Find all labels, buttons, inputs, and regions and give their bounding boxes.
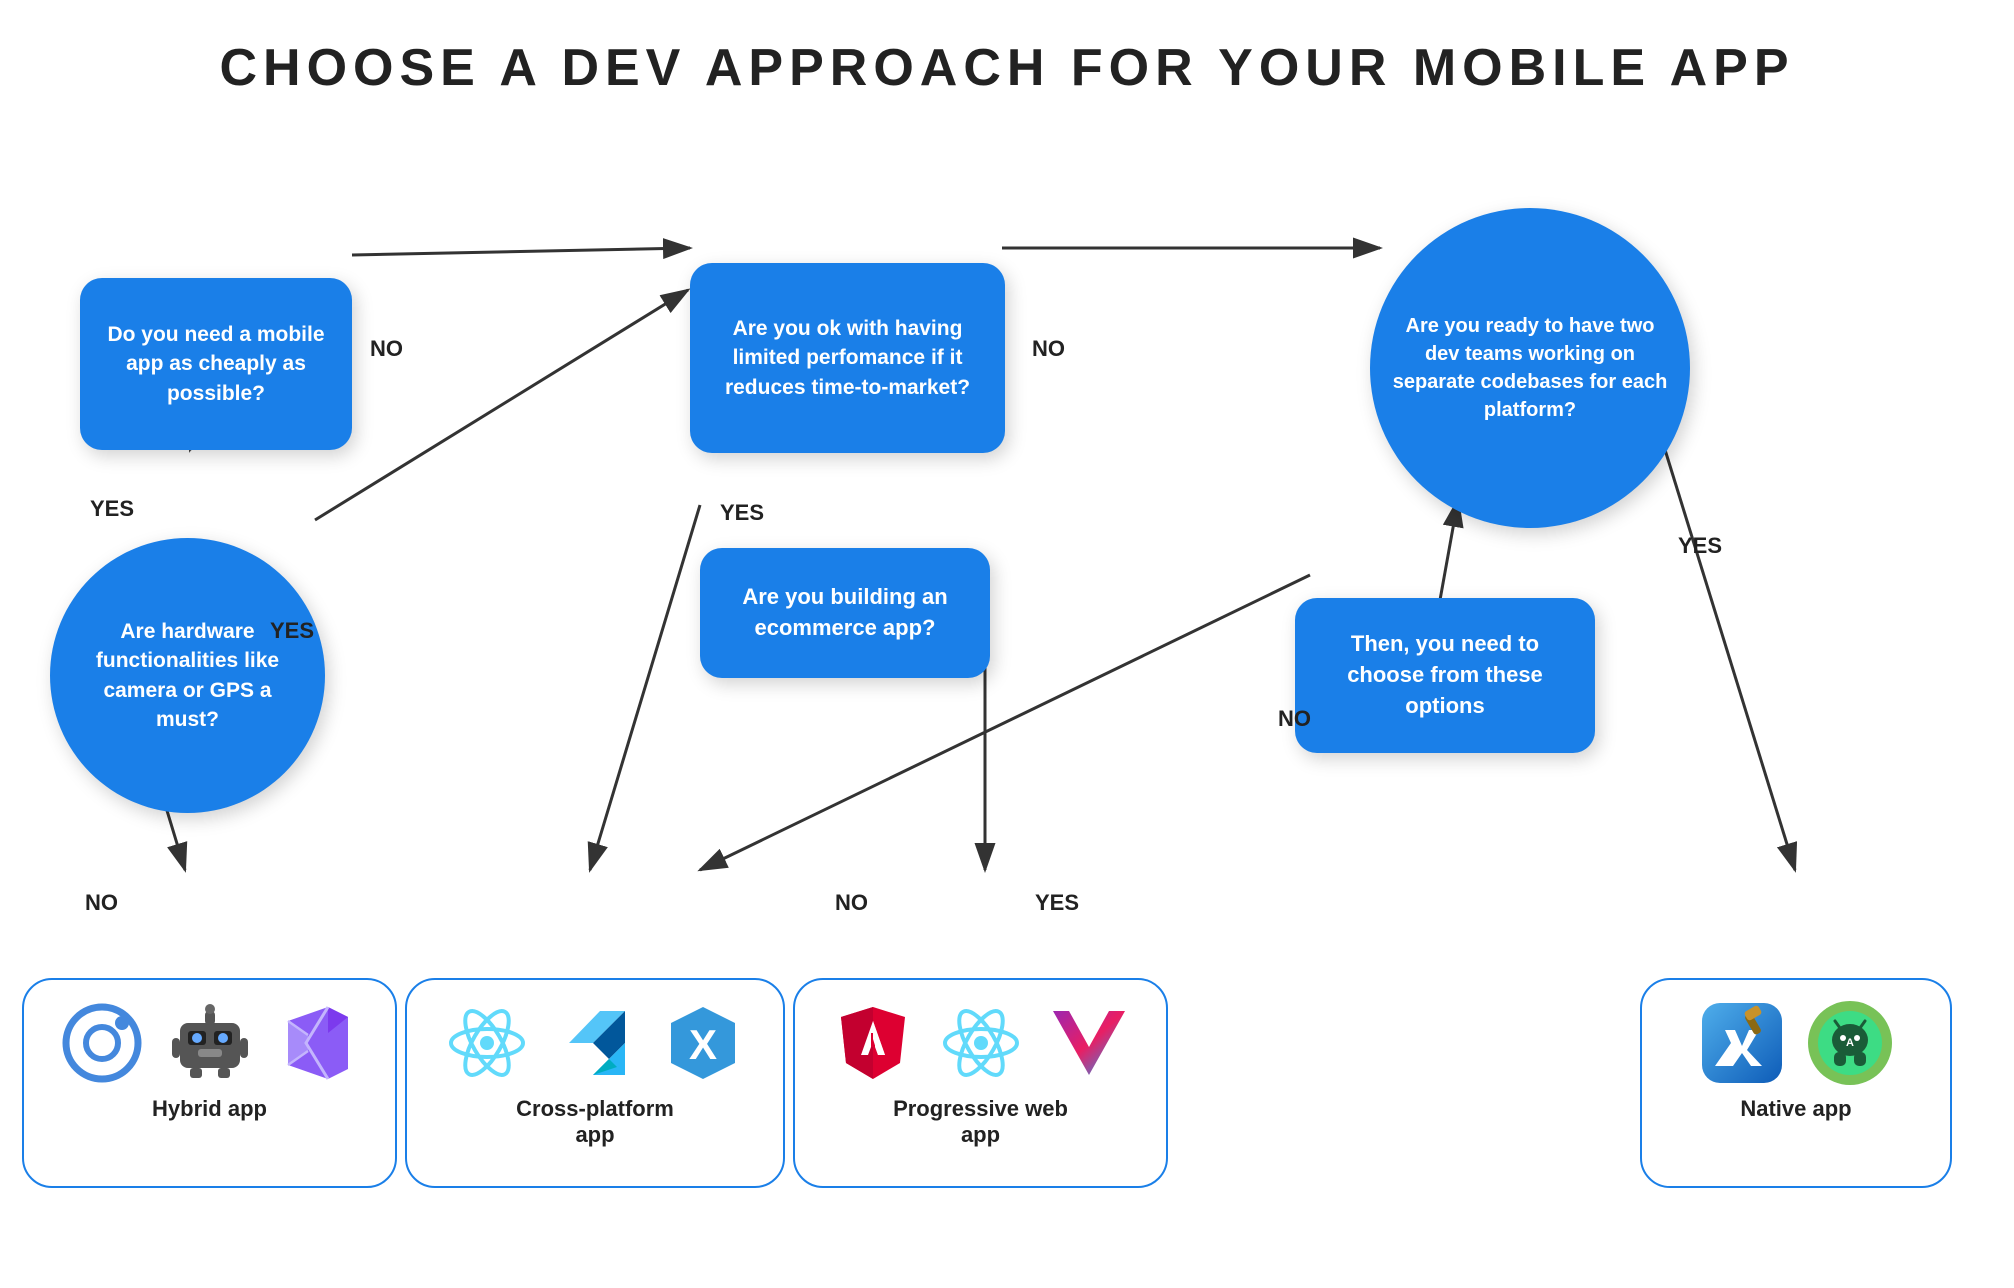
react2-icon [936, 998, 1026, 1088]
question-2: Are hardware functionalities like camera… [50, 538, 325, 813]
question-4: Are you building an ecommerce app? [700, 548, 990, 678]
question-1: Do you need a mobile app as cheaply as p… [80, 278, 352, 450]
outcome-crossplatform: X Cross-platform app [405, 978, 785, 1188]
angular-icon [828, 998, 918, 1088]
outcome-native: A Native app [1640, 978, 1952, 1188]
native-label: Native app [1740, 1096, 1851, 1140]
flowchart: Do you need a mobile app as cheaply as p… [0, 108, 2014, 1288]
vuetify-icon [1044, 998, 1134, 1088]
hybrid-icons [27, 980, 393, 1096]
pwa-label: Progressive web app [893, 1096, 1068, 1166]
xcode-icon [1697, 998, 1787, 1088]
question-5: Are you ready to have two dev teams work… [1370, 208, 1690, 528]
svg-text:X: X [689, 1021, 717, 1068]
arrow-label-no-5: NO [1278, 706, 1311, 732]
outcome-pwa: Progressive web app [793, 978, 1168, 1188]
arrow-label-no-2: NO [1032, 336, 1065, 362]
outcome-hybrid: Hybrid app [22, 978, 397, 1188]
arrow-label-yes-3: YES [720, 500, 764, 526]
arrow-label-no-1: NO [370, 336, 403, 362]
page-title: CHOOSE A DEV APPROACH FOR YOUR MOBILE AP… [0, 0, 2014, 108]
flutter-icon [550, 998, 640, 1088]
native-icons: A [1667, 980, 1925, 1096]
robot-icon [165, 998, 255, 1088]
arrow-label-yes-1: YES [90, 496, 134, 522]
arrow-label-yes-4: YES [1035, 890, 1079, 916]
hybrid-label: Hybrid app [152, 1096, 267, 1140]
crossplatform-icons: X [412, 980, 778, 1096]
crossplatform-label: Cross-platform app [516, 1096, 674, 1166]
ionic-icon [57, 998, 147, 1088]
arrow-label-no-3: NO [85, 890, 118, 916]
arrow-label-no-4: NO [835, 890, 868, 916]
xamarin-icon: X [658, 998, 748, 1088]
arrow-label-yes-5: YES [1678, 533, 1722, 559]
question-6: Then, you need to choose from these opti… [1295, 598, 1595, 753]
svg-text:A: A [1846, 1037, 1854, 1049]
android-studio-icon: A [1805, 998, 1895, 1088]
react-icon [442, 998, 532, 1088]
arrow-label-yes-2: YES [270, 618, 314, 644]
vs-icon [273, 998, 363, 1088]
pwa-icons [798, 980, 1164, 1096]
question-3: Are you ok with having limited perfomanc… [690, 263, 1005, 453]
